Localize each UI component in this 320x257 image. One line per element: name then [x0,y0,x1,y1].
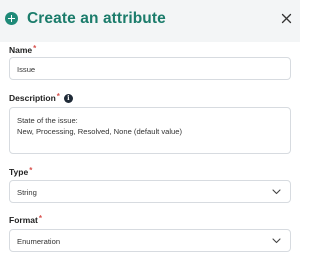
required-marker: * [29,165,33,175]
required-marker: * [33,43,37,53]
chevron-down-icon [272,189,281,195]
format-select[interactable]: Enumeration [9,229,291,252]
dialog-title: Create an attribute [27,10,166,27]
format-label-text: Format [9,215,38,225]
plus-circle-icon [5,12,18,25]
type-label: Type * [9,165,33,178]
format-label: Format * [9,213,42,226]
description-label: Description * i [9,91,73,103]
description-textarea[interactable]: State of the issue: New, Processing, Res… [9,107,291,154]
name-label: Name * [9,43,37,56]
close-icon[interactable] [281,13,292,24]
type-label-text: Type [9,167,29,177]
required-marker: * [38,213,42,223]
description-label-text: Description [9,93,56,103]
dialog-header: Create an attribute [0,0,300,42]
name-input-value: Issue [17,65,36,74]
type-select-value: String [17,188,37,197]
chevron-down-icon [272,238,281,244]
name-label-text: Name [9,45,33,55]
name-input[interactable]: Issue [9,57,291,80]
format-select-value: Enumeration [17,237,61,246]
info-icon[interactable]: i [63,93,73,103]
type-select[interactable]: String [9,180,291,203]
required-marker: * [56,91,60,101]
